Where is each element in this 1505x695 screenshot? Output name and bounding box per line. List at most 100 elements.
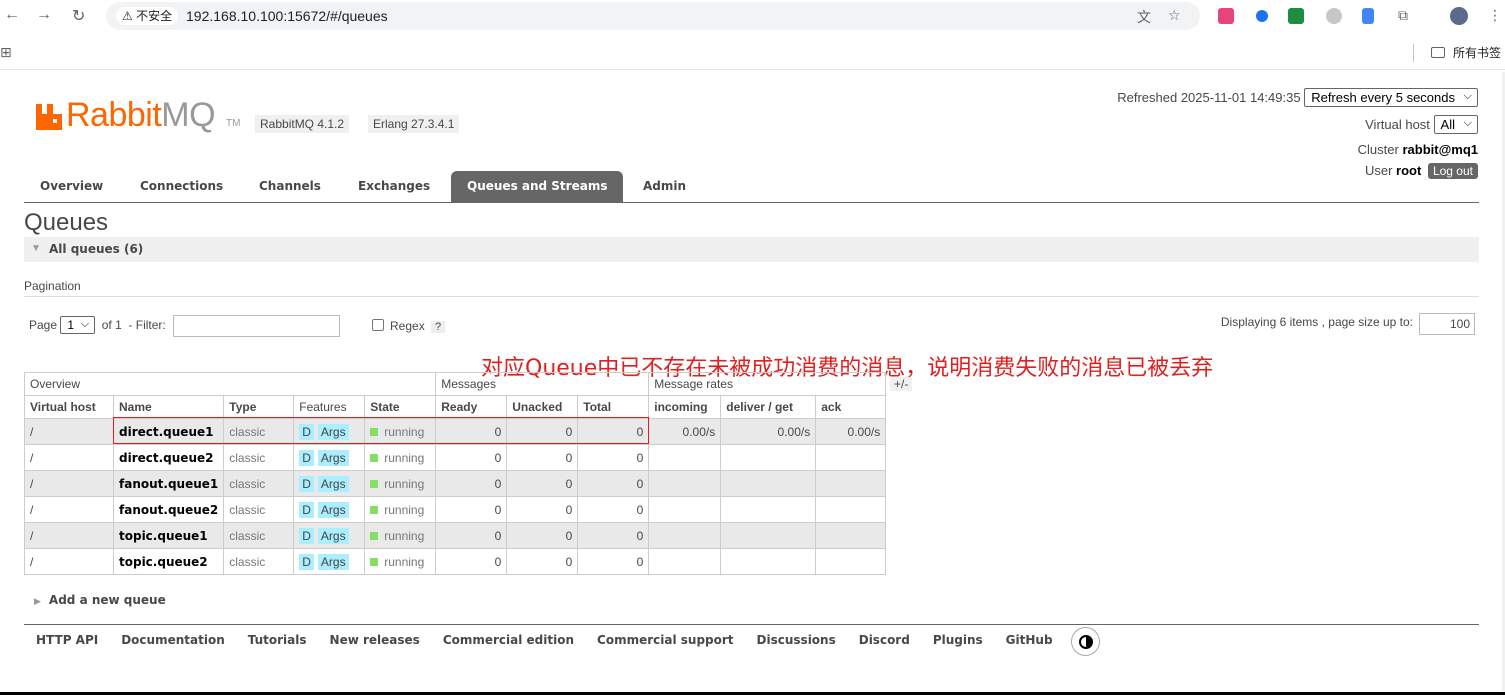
cell-deliver [720,470,817,497]
add-queue-toggle[interactable]: ▶ Add a new queue [34,593,166,607]
extensions-puzzle-icon[interactable]: ⧉ [1398,7,1408,24]
col-state[interactable]: State [364,395,437,419]
translate-icon[interactable]: 文 [1137,7,1151,27]
all-queues-section-toggle[interactable]: ▼ All queues (6) [24,237,1479,262]
table-row[interactable]: / topic.queue1 classic D Args running 0 0… [24,522,887,549]
queue-name-link[interactable]: fanout.queue1 [112,470,225,497]
menu-icon[interactable]: ⋮ [1488,7,1502,24]
forward-icon[interactable]: → [36,6,52,24]
col-name[interactable]: Name [112,395,225,419]
profile-avatar[interactable] [1450,7,1468,25]
extension-icon[interactable] [1256,10,1268,22]
cell-unacked: 0 [506,496,579,523]
cell-state: running [364,444,437,471]
extension-icon[interactable] [1326,8,1342,24]
col-ready[interactable]: Ready [435,395,508,419]
status-dot-icon [370,479,379,488]
cell-incoming [648,496,722,523]
extension-icon[interactable] [1362,8,1374,24]
col-incoming[interactable]: incoming [648,395,722,419]
theme-toggle-icon[interactable] [1071,627,1100,656]
footer-link-tutorials[interactable]: Tutorials [248,633,307,647]
col-type[interactable]: Type [223,395,295,419]
queue-name-link[interactable]: topic.queue1 [112,522,225,549]
cell-unacked: 0 [506,444,579,471]
extension-icon[interactable] [1218,8,1234,24]
logo-mq: MQ [161,96,216,134]
table-row[interactable]: / fanout.queue1 classic D Args running 0 … [24,470,887,497]
tab-admin[interactable]: Admin [627,171,702,202]
group-messages: Messages [435,372,650,396]
tab-channels[interactable]: Channels [243,171,337,202]
cell-state: running [364,522,437,549]
tab-overview[interactable]: Overview [24,171,119,202]
cell-ack: 0.00/s [815,418,887,445]
virtual-host-select[interactable]: All ⌵ [1433,115,1478,134]
footer-link-github[interactable]: GitHub [1006,633,1053,647]
col-total[interactable]: Total [577,395,650,419]
page-size-input[interactable]: 100 [1419,313,1475,335]
cell-vhost: / [24,418,114,445]
url-text[interactable]: 192.168.10.100:15672/#/queues [186,8,388,24]
col-features: Features [293,395,366,419]
cell-ready: 0 [435,548,508,575]
footer-link-discord[interactable]: Discord [859,633,910,647]
footer-links: HTTP API Documentation Tutorials New releas… [36,633,1076,647]
table-row[interactable]: / direct.queue2 classic D Args running 0 … [24,444,887,471]
col-unacked[interactable]: Unacked [506,395,579,419]
divider [24,296,1479,297]
queue-name-link[interactable]: fanout.queue2 [112,496,225,523]
cell-deliver [720,444,817,471]
all-bookmarks[interactable]: 所有书签 [1430,44,1501,61]
tab-exchanges[interactable]: Exchanges [342,171,446,202]
queues-table: Overview Messages Message rates Virtual … [23,372,887,575]
cell-features: D Args [293,470,366,497]
cell-vhost: / [24,496,114,523]
star-icon[interactable]: ☆ [1168,7,1181,24]
durable-badge: D [299,475,314,492]
apps-grid-icon[interactable]: ⊞ [0,44,12,61]
regex-checkbox[interactable] [372,319,384,331]
cell-deliver [720,496,817,523]
footer-link-commercial-support[interactable]: Commercial support [597,633,734,647]
extension-icon[interactable] [1288,8,1304,24]
section-label: All queues (6) [49,242,144,256]
page-select[interactable]: 1 ⌵ [60,316,96,335]
cell-unacked: 0 [506,522,579,549]
footer-link-documentation[interactable]: Documentation [121,633,225,647]
cell-deliver [720,548,817,575]
cell-incoming: 0.00/s [648,418,722,445]
footer-link-new-releases[interactable]: New releases [330,633,420,647]
footer-link-commercial-edition[interactable]: Commercial edition [443,633,574,647]
cell-state: running [364,496,437,523]
table-row[interactable]: / fanout.queue2 classic D Args running 0 … [24,496,887,523]
tab-queues-and-streams[interactable]: Queues and Streams [451,171,624,202]
security-badge[interactable]: ⚠ 不安全 [116,7,179,25]
table-row[interactable]: / topic.queue2 classic D Args running 0 0… [24,548,887,575]
back-icon[interactable]: ← [4,6,20,24]
reload-icon[interactable]: ↻ [72,6,85,26]
cell-ack [815,444,887,471]
col-virtual-host[interactable]: Virtual host [24,395,114,419]
cell-features: D Args [293,522,366,549]
durable-badge: D [299,501,314,518]
queue-name-link[interactable]: topic.queue2 [112,548,225,575]
refresh-select[interactable]: Refresh every 5 seconds ⌵ [1304,88,1478,107]
chevron-down-icon: ⌵ [1463,90,1472,102]
footer-link-discussions[interactable]: Discussions [757,633,836,647]
bookmarks-bar: ⊞ 所有书签 [0,36,1505,70]
address-bar[interactable]: ⚠ 不安全 192.168.10.100:15672/#/queues [106,2,1200,30]
cell-features: D Args [293,444,366,471]
regex-option: Regex ? [372,319,446,333]
tab-connections[interactable]: Connections [124,171,239,202]
filter-input[interactable] [173,315,341,337]
queue-name-link[interactable]: direct.queue2 [112,444,225,471]
help-button[interactable]: ? [431,321,446,333]
footer-link-plugins[interactable]: Plugins [933,633,983,647]
col-deliver-get[interactable]: deliver / get [720,395,817,419]
durable-badge: D [299,553,314,570]
cell-ready: 0 [435,522,508,549]
column-toggle-button[interactable]: +/- [890,377,913,391]
footer-link-http-api[interactable]: HTTP API [36,633,98,647]
col-ack[interactable]: ack [815,395,887,419]
